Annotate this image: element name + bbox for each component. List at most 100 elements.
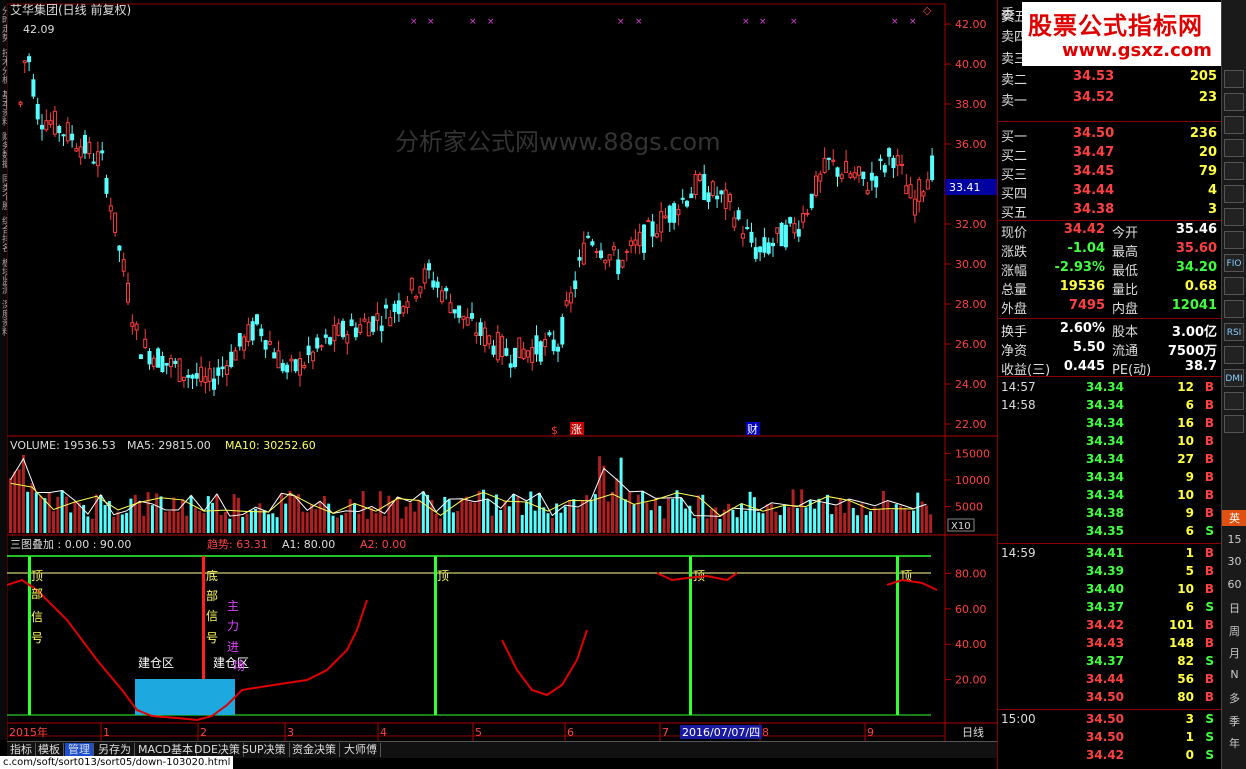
toolbar-button[interactable]	[1224, 116, 1244, 134]
toolbar-button[interactable]	[1224, 70, 1244, 88]
watermark: 分析家公式网www.88gs.com	[395, 128, 720, 156]
toolbar-button[interactable]	[1224, 139, 1244, 157]
svg-text:◇: ◇	[923, 4, 932, 17]
svg-text:信: 信	[206, 609, 218, 623]
buy-label: 买三	[1001, 168, 1028, 183]
high-label: 42.09	[23, 23, 55, 36]
top-signal-bar	[689, 556, 692, 715]
tick-row: 34.34 16 B	[998, 416, 1222, 434]
stat-row: 净资 5.50 流通 7500万	[998, 340, 1222, 359]
tick-price: 34.42	[1086, 748, 1124, 762]
tick-row: 34.37 6 S	[998, 600, 1222, 618]
sell-price: 34.53	[1073, 69, 1115, 84]
svg-text:部: 部	[206, 588, 218, 603]
bottom-tab[interactable]: SUP决策	[239, 743, 290, 757]
stat-value: 0.445	[1063, 359, 1105, 374]
stat-value: 19536	[1059, 279, 1105, 294]
tick-vol: 12	[1177, 380, 1194, 394]
bottom-tab[interactable]: 管理	[65, 743, 94, 757]
separator	[998, 376, 1222, 377]
tick-vol: 27	[1177, 452, 1194, 466]
tick-price: 34.38	[1086, 506, 1124, 520]
tick-side: B	[1204, 452, 1214, 466]
bottom-tab[interactable]: 另存为	[95, 743, 135, 757]
price-tick: 26.00	[955, 338, 987, 351]
buy-row: 买五 34.38 3	[998, 202, 1222, 221]
toolbar-button[interactable]	[1224, 93, 1244, 111]
stat-label: 流通	[1112, 344, 1139, 359]
toolbar-label[interactable]: 日	[1222, 600, 1246, 616]
toolbar-button[interactable]	[1224, 208, 1244, 226]
svg-text:×: ×	[410, 17, 418, 27]
toolbar-label[interactable]: 英	[1222, 510, 1246, 526]
top-short-1: 顶	[437, 569, 449, 583]
buy-price: 34.47	[1073, 145, 1115, 160]
toolbar-label[interactable]: 年	[1222, 735, 1246, 751]
volume-tick: 15000	[955, 447, 990, 460]
tick-time: 14:58	[1001, 398, 1036, 412]
ma5-label: MA5: 29815.00	[127, 439, 211, 452]
bottom-tab[interactable]: MACD基本	[135, 743, 197, 757]
volume-tick: 5000	[955, 500, 983, 513]
stat-value: 5.50	[1072, 340, 1105, 355]
bottom-tab[interactable]: 大师傅	[341, 743, 381, 757]
stat-label: 量比	[1112, 283, 1139, 298]
tick-vol: 9	[1185, 506, 1194, 520]
tick-side: S	[1205, 600, 1214, 614]
bottom-tab[interactable]: 模板	[35, 743, 64, 757]
toolbar-button[interactable]: RSI	[1224, 323, 1244, 341]
buy-label: 买四	[1001, 187, 1028, 202]
marker-dollar: $	[551, 424, 558, 437]
toolbar-button[interactable]	[1224, 277, 1244, 295]
toolbar-button[interactable]	[1224, 231, 1244, 249]
toolbar-button[interactable]: FIO	[1224, 254, 1244, 272]
toolbar-button[interactable]	[1224, 185, 1244, 203]
svg-text:部: 部	[31, 586, 43, 601]
tick-side: B	[1204, 470, 1214, 484]
tick-row: 14:58 34.34 6 B	[998, 398, 1222, 416]
svg-text:×: ×	[617, 17, 625, 27]
tick-vol: 82	[1177, 654, 1194, 668]
tick-price: 34.44	[1086, 672, 1124, 686]
toolbar-label[interactable]: 多	[1222, 690, 1246, 706]
toolbar-button[interactable]	[1224, 162, 1244, 180]
toolbar-label[interactable]: 月	[1222, 645, 1246, 661]
stat-value: 34.42	[1063, 222, 1105, 237]
toolbar-label[interactable]: 60	[1222, 578, 1246, 591]
sell-row: 卖一 34.52 23	[998, 90, 1222, 109]
tick-price: 34.39	[1086, 564, 1124, 578]
price-tick: 24.00	[955, 378, 987, 391]
buy-price: 34.38	[1073, 202, 1115, 217]
price-tick: 32.00	[955, 218, 987, 231]
svg-text:×: ×	[742, 17, 750, 27]
tick-price: 34.41	[1086, 546, 1124, 560]
indicator-a2: A2: 0.00	[360, 538, 406, 551]
svg-text:×: ×	[635, 17, 643, 27]
toolbar-label[interactable]: 15	[1222, 533, 1246, 546]
bottom-tab[interactable]: 指标	[7, 743, 36, 757]
stat-value: 38.7	[1184, 359, 1217, 374]
toolbar-label[interactable]: N	[1222, 668, 1246, 681]
buy-vol: 79	[1198, 164, 1217, 179]
tick-row: 34.39 5 B	[998, 564, 1222, 582]
toolbar-button[interactable]	[1224, 392, 1244, 410]
tick-row: 34.42 101 B	[998, 618, 1222, 636]
toolbar-label[interactable]: 周	[1222, 623, 1246, 639]
buy-row: 买二 34.47 20	[998, 145, 1222, 164]
bottom-tab[interactable]: 资金决策	[289, 743, 340, 757]
time-label: 8	[762, 726, 769, 739]
tick-price: 34.50	[1086, 730, 1124, 744]
toolbar-label[interactable]: 30	[1222, 555, 1246, 568]
svg-text:号: 号	[31, 631, 43, 645]
toolbar-label[interactable]: 季	[1222, 713, 1246, 729]
indicator-tick: 80.00	[955, 567, 987, 580]
separator	[998, 318, 1222, 319]
stat-value: 3.00亿	[1171, 325, 1217, 340]
toolbar-button[interactable]	[1224, 415, 1244, 433]
toolbar-button[interactable]	[1224, 346, 1244, 364]
bottom-tab[interactable]: DDE决策	[191, 743, 244, 757]
chart-area[interactable]: 艾华集团(日线 前复权) 42.09 分析家公式网www.88gs.com 42…	[7, 0, 997, 741]
toolbar-button[interactable]	[1224, 300, 1244, 318]
toolbar-button[interactable]: DMI	[1224, 369, 1244, 387]
stat-row: 涨幅 -2.93% 最低 34.20	[998, 260, 1222, 279]
